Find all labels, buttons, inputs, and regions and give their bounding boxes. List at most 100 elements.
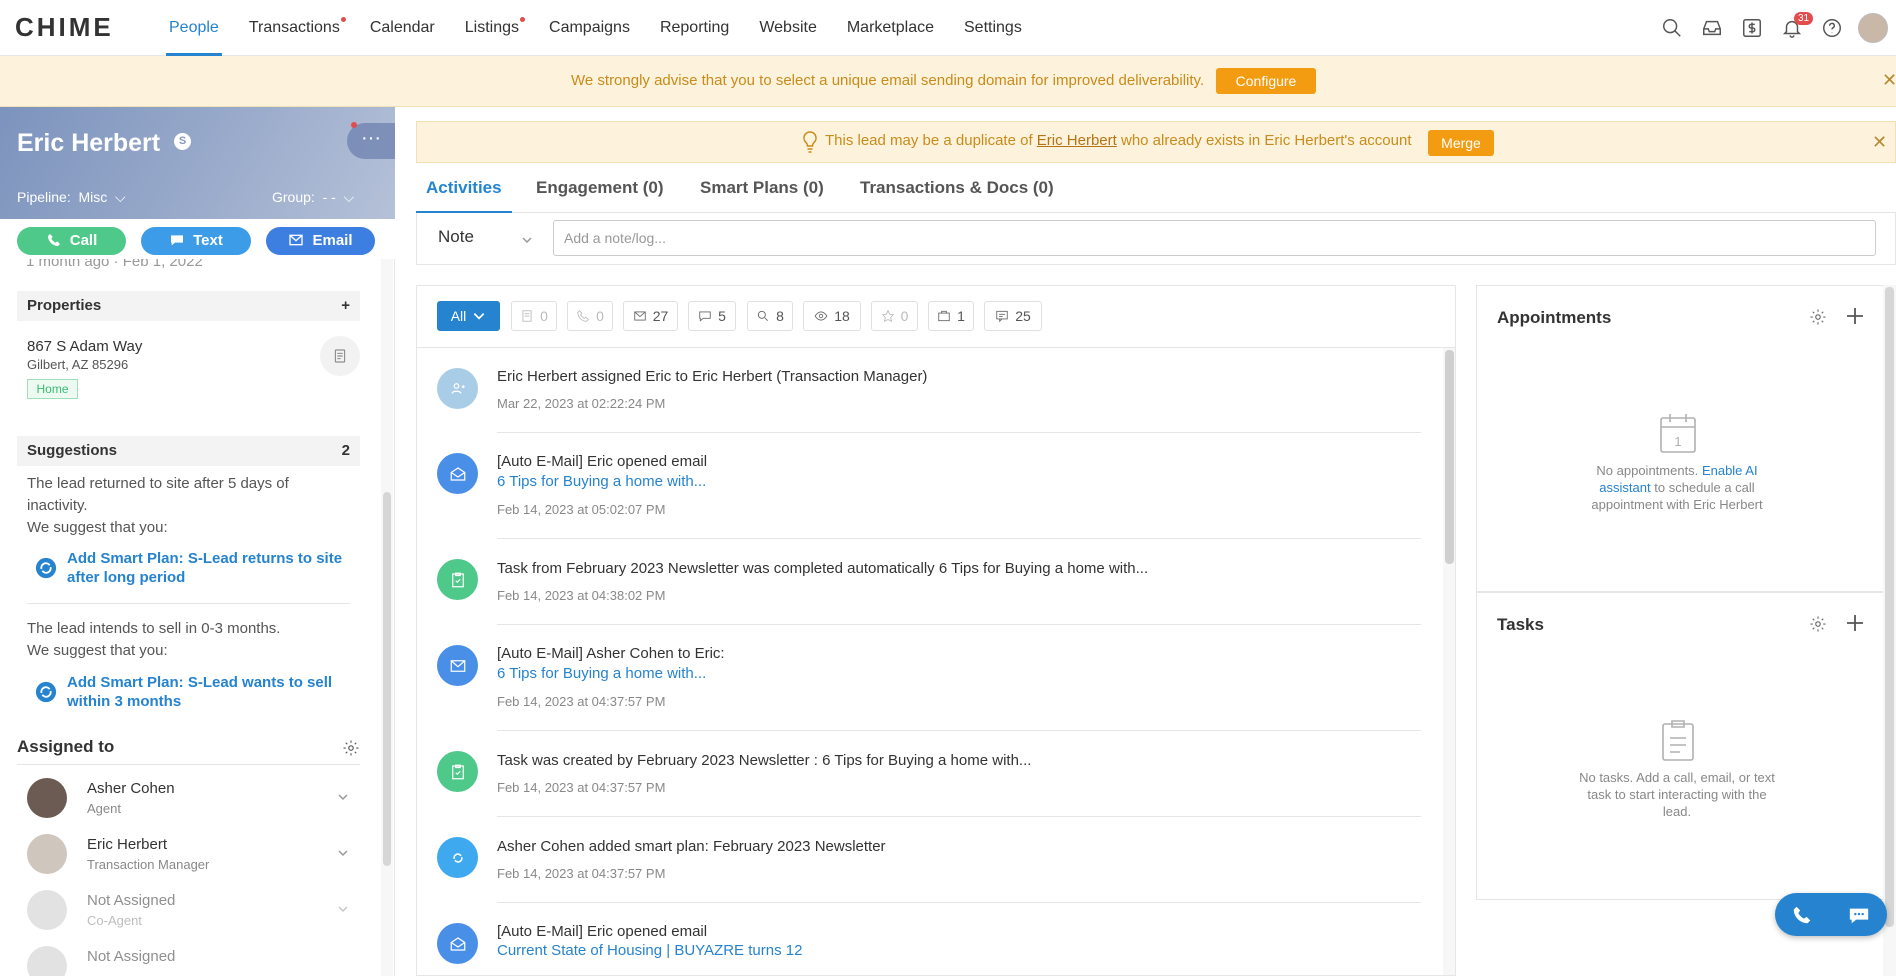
add-smart-plan-link[interactable]: Add Smart Plan: S-Lead returns to site a… xyxy=(67,549,357,587)
inbox-icon[interactable] xyxy=(1692,8,1732,48)
nav-campaigns[interactable]: Campaigns xyxy=(534,0,645,56)
chevron-down-icon[interactable] xyxy=(521,233,533,245)
pipeline-selector[interactable]: Pipeline: Misc ⌵ xyxy=(17,189,126,206)
duplicate-text: This lead may be a duplicate of Eric Her… xyxy=(825,132,1412,149)
filter-searches[interactable]: 8 xyxy=(747,301,793,331)
add-appointment-icon[interactable] xyxy=(1845,306,1865,326)
divider xyxy=(497,730,1421,731)
scrollbar[interactable] xyxy=(383,492,391,866)
assignee-row[interactable]: Not Assigned Co-Agent xyxy=(27,890,367,940)
filter-transactions[interactable]: 1 xyxy=(928,301,974,331)
gear-icon[interactable] xyxy=(342,739,360,757)
nav-calendar[interactable]: Calendar xyxy=(355,0,450,56)
phone-icon[interactable] xyxy=(1791,904,1813,926)
filter-notes[interactable]: 25 xyxy=(984,301,1042,331)
filter-calls[interactable]: 0 xyxy=(567,301,613,331)
activity-time: Feb 14, 2023 at 04:37:57 PM xyxy=(497,780,666,795)
note-type-select[interactable]: Note xyxy=(438,227,474,247)
nav-icons: 31 xyxy=(1652,0,1896,56)
filter-count: 0 xyxy=(540,308,548,324)
chevron-down-icon[interactable] xyxy=(337,790,349,802)
text-label: Text xyxy=(193,232,223,249)
group-selector[interactable]: Group: - - ⌵ xyxy=(272,189,354,206)
email-link[interactable]: 6 Tips for Buying a home with... xyxy=(497,473,706,490)
dollar-icon[interactable] xyxy=(1732,8,1772,48)
tab-transactions-docs[interactable]: Transactions & Docs (0) xyxy=(860,163,1054,213)
nav-reporting[interactable]: Reporting xyxy=(645,0,744,56)
merge-button[interactable]: Merge xyxy=(1428,130,1494,156)
email-button[interactable]: Email xyxy=(266,227,375,255)
activity-title: [Auto E-Mail] Eric opened email xyxy=(497,923,708,940)
nav-website[interactable]: Website xyxy=(744,0,832,56)
call-button[interactable]: Call xyxy=(17,227,126,255)
notification-badge: 31 xyxy=(1794,12,1814,25)
filter-count: 18 xyxy=(834,308,850,324)
nav-settings[interactable]: Settings xyxy=(949,0,1037,56)
avatar xyxy=(27,946,67,976)
suggestions-count: 2 xyxy=(341,442,350,459)
more-options-button[interactable]: ··· xyxy=(347,122,395,159)
assignee-name: Eric Herbert xyxy=(87,836,168,853)
tab-smart-plans[interactable]: Smart Plans (0) xyxy=(700,163,824,213)
clipboard-icon xyxy=(1658,718,1698,762)
nav-people[interactable]: People xyxy=(154,0,234,56)
nav-marketplace[interactable]: Marketplace xyxy=(832,0,949,56)
filter-emails[interactable]: 27 xyxy=(623,301,678,331)
divider xyxy=(27,603,350,604)
email-link[interactable]: 6 Tips for Buying a home with... xyxy=(497,665,706,682)
configure-button[interactable]: Configure xyxy=(1216,68,1316,94)
note-input[interactable]: Add a note/log... xyxy=(553,220,1876,256)
gear-icon[interactable] xyxy=(1809,308,1827,326)
help-icon[interactable] xyxy=(1812,8,1852,48)
filter-all[interactable]: All xyxy=(437,301,500,331)
close-icon[interactable]: ✕ xyxy=(1882,70,1896,91)
filter-documents[interactable]: 0 xyxy=(511,301,557,331)
assignee-role: Transaction Manager xyxy=(87,857,210,872)
assignee-row[interactable]: Not Assigned xyxy=(27,946,367,976)
property-document-button[interactable] xyxy=(320,336,360,376)
nav-transactions[interactable]: Transactions xyxy=(234,0,355,56)
text-button[interactable]: Text xyxy=(141,227,251,255)
filter-views[interactable]: 18 xyxy=(803,301,861,331)
chevron-down-icon[interactable] xyxy=(337,846,349,858)
property-address[interactable]: 867 S Adam Way xyxy=(27,338,142,355)
close-icon[interactable]: ✕ xyxy=(1872,132,1887,153)
add-task-icon[interactable] xyxy=(1845,613,1865,633)
nav-listings[interactable]: Listings xyxy=(450,0,534,56)
scrollbar[interactable] xyxy=(1885,287,1894,927)
phone-icon xyxy=(47,234,60,246)
chat-icon[interactable] xyxy=(1848,904,1870,926)
scrollbar[interactable] xyxy=(1445,350,1454,564)
bell-icon[interactable]: 31 xyxy=(1772,8,1814,48)
assignee-row[interactable]: Eric Herbert Transaction Manager xyxy=(27,834,367,884)
property-tag: Home xyxy=(27,379,78,399)
filter-texts[interactable]: 5 xyxy=(688,301,736,331)
lead-profile-panel: Eric Herbert S ··· Pipeline: Misc ⌵ Grou… xyxy=(0,107,395,976)
email-link[interactable]: Current State of Housing | BUYAZRE turns… xyxy=(497,942,802,959)
user-avatar[interactable] xyxy=(1858,13,1888,43)
filter-favorites[interactable]: 0 xyxy=(871,301,918,331)
smart-plan-icon xyxy=(35,557,57,579)
filter-count: 5 xyxy=(718,308,726,324)
assignee-row[interactable]: Asher Cohen Agent xyxy=(27,778,367,828)
tab-engagement[interactable]: Engagement (0) xyxy=(536,163,664,213)
duplicate-suffix: who already exists in Eric Herbert's acc… xyxy=(1121,132,1412,149)
activity-title: [Auto E-Mail] Eric opened email xyxy=(497,453,708,470)
avatar xyxy=(27,890,67,930)
tab-activities[interactable]: Activities xyxy=(416,163,512,214)
add-smart-plan-link[interactable]: Add Smart Plan: S-Lead wants to sell wit… xyxy=(67,673,357,711)
smart-plan-icon xyxy=(35,681,57,703)
chime-logo[interactable]: CHIME xyxy=(15,12,114,43)
pipeline-label: Pipeline: xyxy=(17,189,71,205)
suggestion-advice: We suggest that you: xyxy=(27,642,168,659)
duplicate-prefix: This lead may be a duplicate of xyxy=(825,132,1033,149)
add-property-icon[interactable]: + xyxy=(341,291,350,321)
gear-icon[interactable] xyxy=(1809,615,1827,633)
chevron-down-icon[interactable] xyxy=(337,902,349,914)
duplicate-lead-link[interactable]: Eric Herbert xyxy=(1037,132,1117,149)
search-icon[interactable] xyxy=(1652,8,1692,48)
comment-icon xyxy=(996,310,1008,323)
quick-contact-widget xyxy=(1775,893,1887,936)
activity-title: Eric Herbert assigned Eric to Eric Herbe… xyxy=(497,368,928,385)
source-badge-icon: S xyxy=(174,133,191,150)
